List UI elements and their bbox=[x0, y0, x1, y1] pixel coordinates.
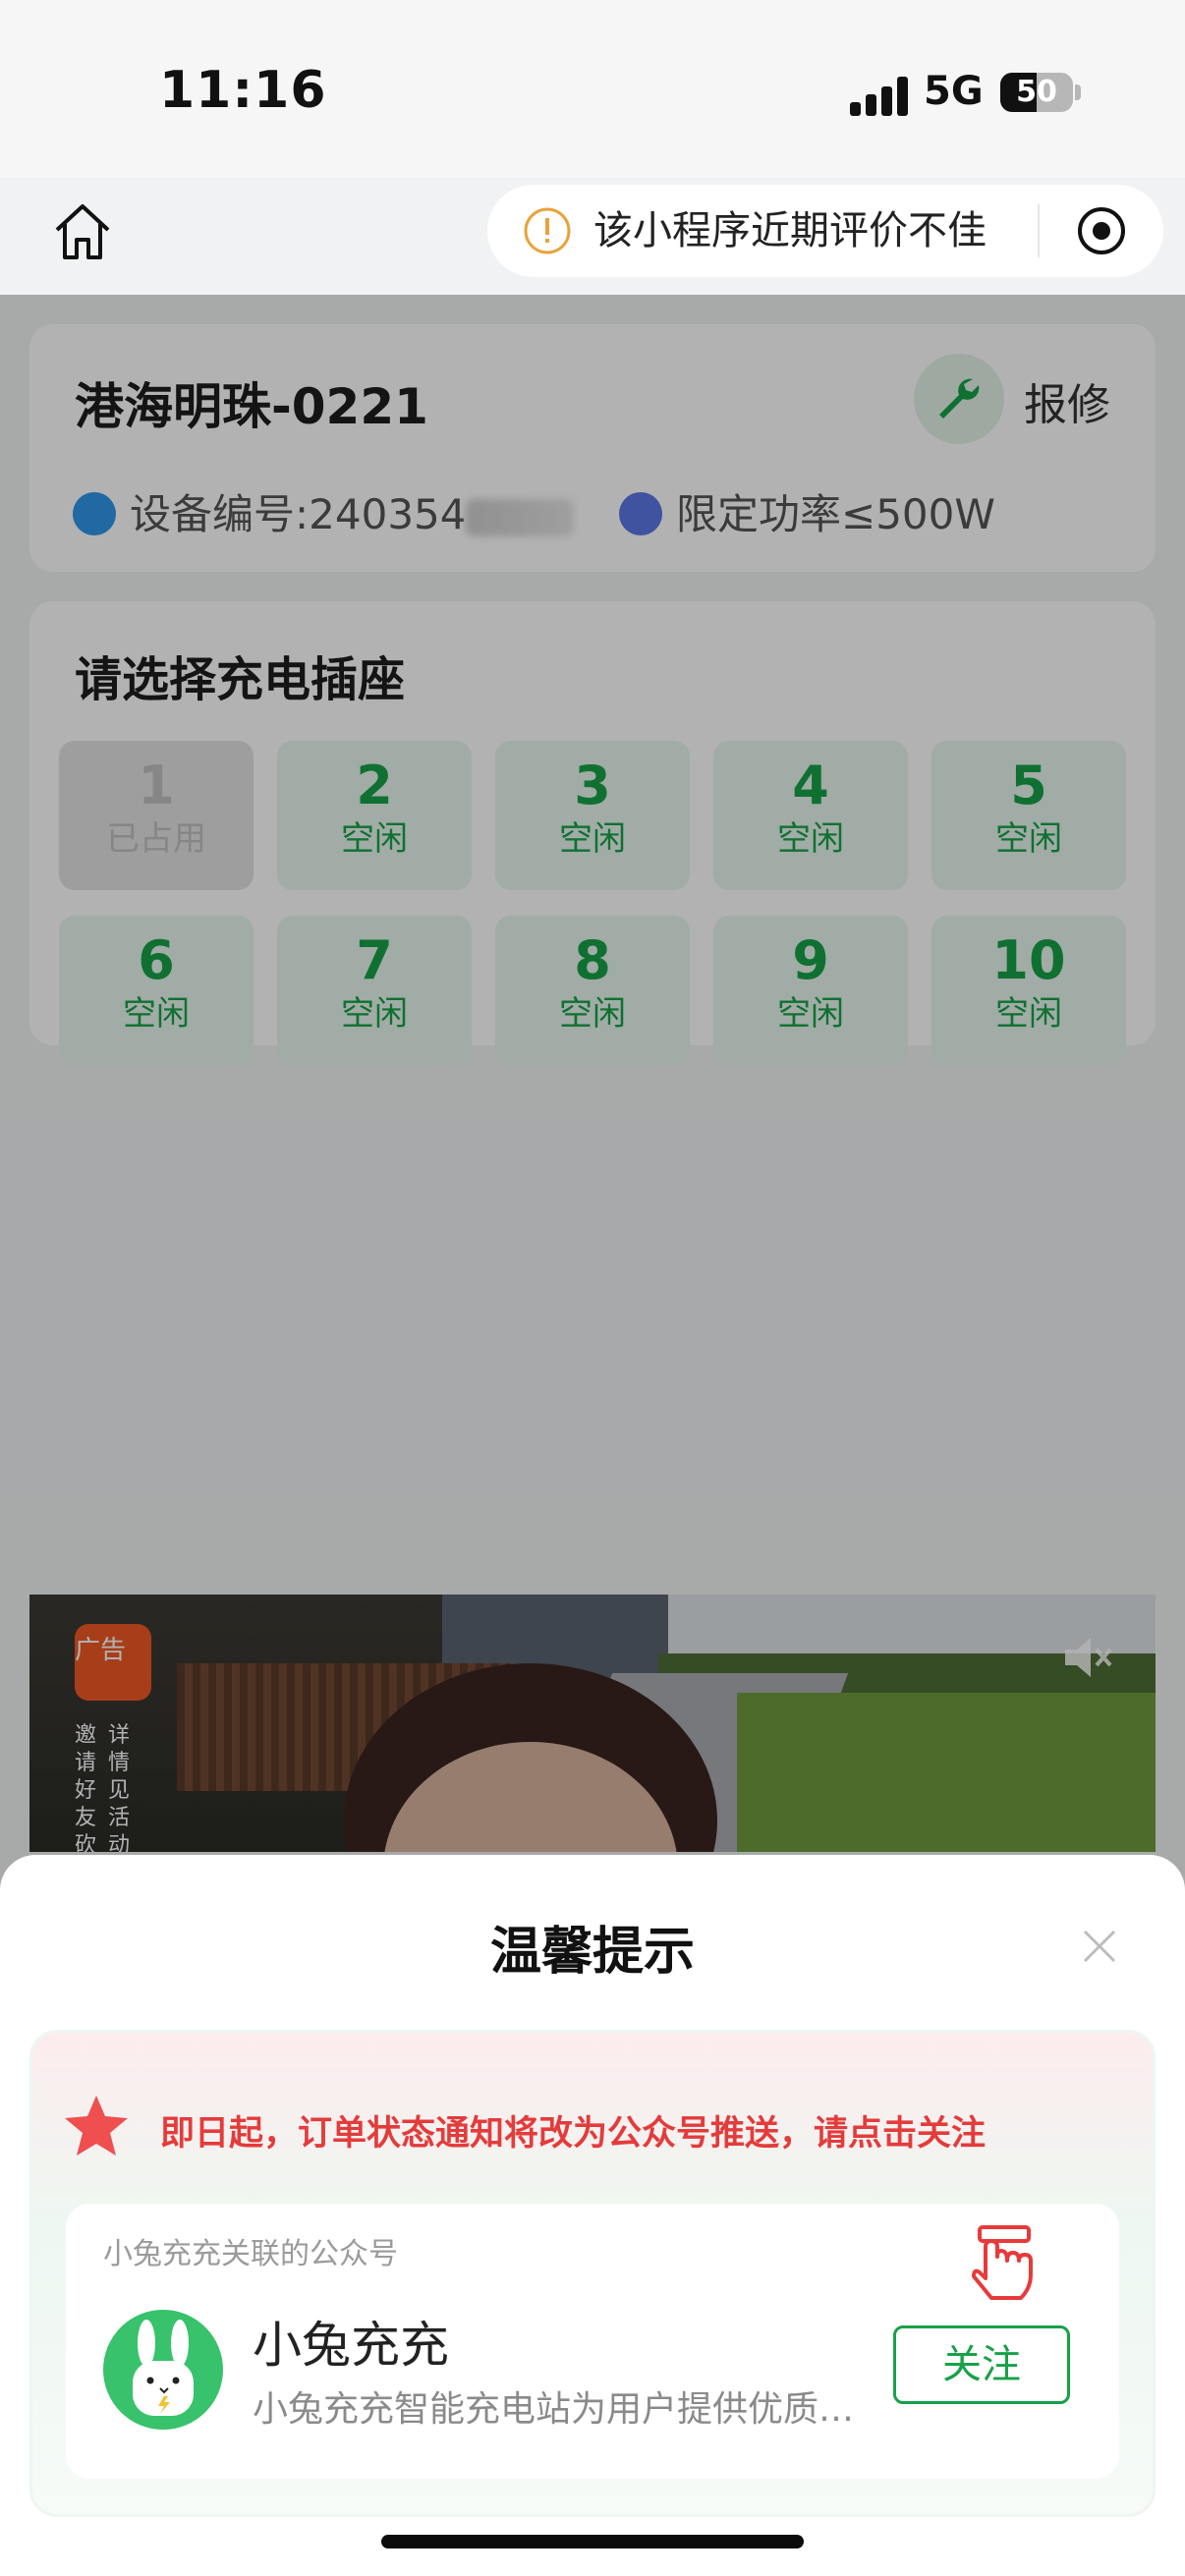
home-icon[interactable] bbox=[51, 200, 114, 263]
follow-button[interactable]: 关注 bbox=[893, 2325, 1070, 2404]
rabbit-icon bbox=[133, 2320, 194, 2416]
account-caption: 小兔充充关联的公众号 bbox=[103, 2237, 398, 2271]
account-avatar bbox=[103, 2310, 223, 2430]
close-target-icon[interactable] bbox=[1075, 204, 1128, 257]
capsule-divider bbox=[1038, 204, 1040, 257]
pointing-hand-icon bbox=[972, 2225, 1033, 2300]
account-name: 小兔充充 bbox=[253, 2317, 449, 2374]
battery-tip bbox=[1075, 84, 1081, 100]
battery-level: 50 bbox=[1016, 75, 1057, 109]
warning-icon bbox=[524, 207, 571, 254]
official-account-card[interactable]: 小兔充充关联的公众号 小兔充充 小兔充充智能充电站为用户提供优质… 关注 bbox=[66, 2204, 1119, 2479]
status-bar: 11:16 5G 50 该小程序近期评价不佳 bbox=[0, 0, 1185, 277]
close-icon[interactable] bbox=[1077, 1924, 1122, 1969]
network-label: 5G bbox=[924, 69, 984, 114]
battery-icon: 50 bbox=[1000, 73, 1073, 112]
notice-sheet: 温馨提示 即日起，订单状态通知将改为公众号推送，请点击关注 小兔充充关联的公众号 bbox=[0, 1855, 1185, 2576]
account-description: 小兔充充智能充电站为用户提供优质… bbox=[253, 2389, 855, 2430]
notice-box: 即日起，订单状态通知将改为公众号推送，请点击关注 小兔充充关联的公众号 小兔充充… bbox=[29, 2030, 1156, 2517]
mini-program-capsule[interactable]: 该小程序近期评价不佳 bbox=[487, 185, 1163, 277]
signal-icon bbox=[850, 77, 909, 116]
capsule-rating-text[interactable]: 该小程序近期评价不佳 bbox=[593, 206, 987, 255]
notice-text: 即日起，订单状态通知将改为公众号推送，请点击关注 bbox=[160, 2114, 987, 2154]
status-time: 11:16 bbox=[159, 61, 327, 120]
home-indicator bbox=[381, 2535, 804, 2548]
star-icon bbox=[65, 2096, 128, 2156]
sheet-title: 温馨提示 bbox=[489, 1923, 695, 1982]
